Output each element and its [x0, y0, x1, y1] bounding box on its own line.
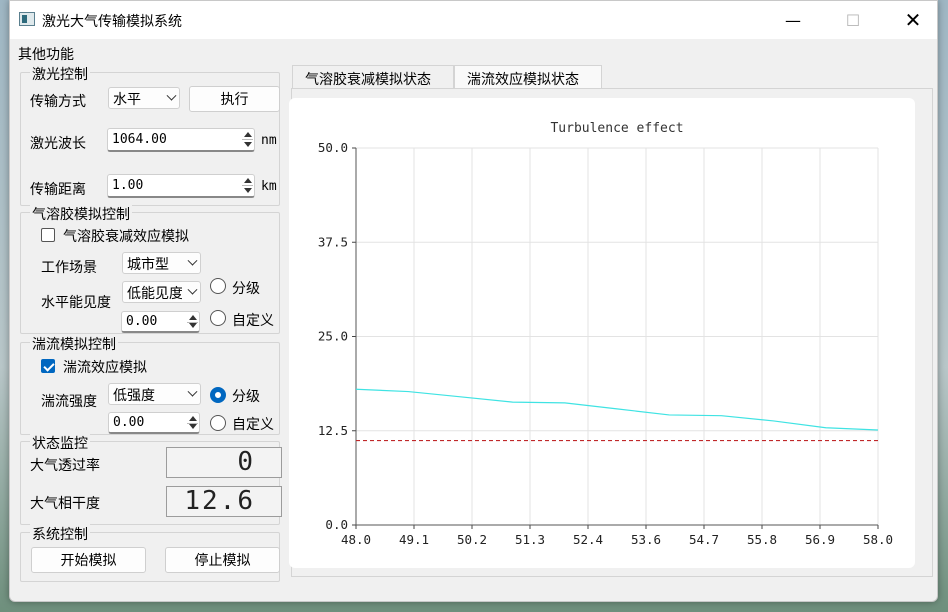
- turbulence-control-group: 湍流模拟控制 湍流效应模拟 湍流强度 低强度 0.00 分级 自定义: [20, 334, 280, 435]
- chart-title: Turbulence effect: [550, 121, 683, 136]
- tab-turbulence-status[interactable]: 湍流效应模拟状态: [454, 65, 602, 89]
- turbulence-radio-custom[interactable]: [210, 415, 226, 431]
- aerosol-radio-graded[interactable]: [210, 278, 226, 294]
- system-control-group: 系统控制 开始模拟 停止模拟: [20, 524, 280, 582]
- minimize-button[interactable]: —: [763, 1, 823, 39]
- chevron-down-icon: [166, 90, 177, 101]
- spin-up-icon[interactable]: [189, 315, 197, 320]
- spin-down-icon[interactable]: [189, 424, 197, 429]
- scene-label: 工作场景: [41, 260, 97, 276]
- visibility-label: 水平能见度: [41, 295, 111, 311]
- spin-down-icon[interactable]: [244, 188, 252, 193]
- strength-label: 湍流强度: [41, 394, 97, 410]
- y-tick-label: 50.0: [318, 140, 348, 155]
- maximize-button[interactable]: ☐: [823, 1, 883, 39]
- turbulence-radio-custom-label[interactable]: 自定义: [232, 414, 274, 434]
- transmittance-display: 0: [166, 447, 282, 478]
- group-title: 系统控制: [30, 524, 90, 544]
- group-title: 气溶胶模拟控制: [30, 204, 132, 224]
- coherence-display: 12.6: [166, 486, 282, 517]
- stop-simulation-button[interactable]: 停止模拟: [165, 547, 280, 573]
- spin-up-icon[interactable]: [244, 178, 252, 183]
- laser-control-group: 激光控制 传输方式 水平 执行 激光波长 1064.00 nm 传输距离 1.0…: [20, 64, 280, 206]
- turbulence-checkbox[interactable]: [41, 359, 55, 373]
- y-tick-label: 0.0: [325, 517, 348, 532]
- aerosol-radio-custom-label[interactable]: 自定义: [232, 310, 274, 330]
- group-title: 状态监控: [30, 433, 90, 453]
- strength-spinbox[interactable]: 0.00: [108, 412, 200, 434]
- y-tick-label: 37.5: [318, 234, 348, 249]
- x-tick-label: 53.6: [631, 532, 661, 547]
- transmittance-label: 大气透过率: [30, 458, 100, 474]
- start-simulation-button[interactable]: 开始模拟: [31, 547, 146, 573]
- x-tick-label: 56.9: [805, 532, 835, 547]
- status-monitor-group: 状态监控 大气透过率 0 大气相干度 12.6: [20, 433, 282, 525]
- x-tick-label: 48.0: [341, 532, 371, 547]
- app-icon: [19, 12, 35, 26]
- spin-down-icon[interactable]: [244, 142, 252, 147]
- y-tick-label: 25.0: [318, 329, 348, 344]
- wavelength-label: 激光波长: [30, 136, 86, 152]
- series-line-0: [355, 388, 879, 431]
- x-tick-label: 54.7: [689, 532, 719, 547]
- transmission-combo[interactable]: 水平: [108, 87, 180, 109]
- aerosol-checkbox[interactable]: [41, 228, 55, 242]
- wavelength-spinbox[interactable]: 1064.00: [107, 128, 255, 152]
- turbulence-radio-graded-label[interactable]: 分级: [232, 386, 260, 406]
- x-tick-label: 55.8: [747, 532, 777, 547]
- spin-down-icon[interactable]: [189, 323, 197, 328]
- visibility-spinbox[interactable]: 0.00: [121, 311, 200, 333]
- x-tick-label: 49.1: [399, 532, 429, 547]
- execute-button[interactable]: 执行: [189, 86, 280, 112]
- wavelength-unit: nm: [261, 133, 277, 148]
- spin-up-icon[interactable]: [189, 416, 197, 421]
- close-button[interactable]: ✕: [883, 1, 943, 39]
- group-title: 激光控制: [30, 64, 90, 84]
- aerosol-radio-graded-label[interactable]: 分级: [232, 278, 260, 298]
- distance-spinbox[interactable]: 1.00: [107, 174, 255, 198]
- chevron-down-icon: [187, 386, 198, 397]
- x-tick-label: 51.3: [515, 532, 545, 547]
- visibility-combo[interactable]: 低能见度: [122, 281, 201, 303]
- strength-combo[interactable]: 低强度: [108, 383, 201, 405]
- y-tick-label: 12.5: [318, 423, 348, 438]
- menu-bar: 其他功能: [10, 39, 937, 65]
- coherence-label: 大气相干度: [30, 496, 100, 512]
- x-tick-label: 50.2: [457, 532, 487, 547]
- group-title: 湍流模拟控制: [30, 334, 118, 354]
- x-tick-label: 58.0: [863, 532, 893, 547]
- turbulence-chart: Turbulence effect 48.0 49.1 50.2 51.3 52.4 53.…: [318, 121, 893, 547]
- aerosol-control-group: 气溶胶模拟控制 气溶胶衰减效应模拟 工作场景 城市型 水平能见度 低能见度 0.…: [20, 204, 280, 334]
- chevron-down-icon: [187, 255, 198, 266]
- turbulence-checkbox-label[interactable]: 湍流效应模拟: [63, 357, 147, 377]
- aerosol-checkbox-label[interactable]: 气溶胶衰减效应模拟: [63, 226, 189, 246]
- distance-label: 传输距离: [30, 182, 86, 198]
- aerosol-radio-custom[interactable]: [210, 310, 226, 326]
- spin-up-icon[interactable]: [244, 132, 252, 137]
- transmission-label: 传输方式: [30, 94, 86, 110]
- title-bar[interactable]: 激光大气传输模拟系统 — ☐ ✕: [10, 1, 937, 39]
- tab-aerosol-status[interactable]: 气溶胶衰减模拟状态: [292, 65, 454, 89]
- turbulence-radio-graded[interactable]: [210, 387, 226, 403]
- menu-item-other-functions[interactable]: 其他功能: [18, 44, 74, 64]
- scene-combo[interactable]: 城市型: [122, 252, 201, 274]
- chart-panel: Turbulence effect 48.0 49.1 50.2 51.3 52.4 53.…: [289, 98, 915, 568]
- x-tick-label: 52.4: [573, 532, 603, 547]
- window-title: 激光大气传输模拟系统: [42, 14, 182, 30]
- chevron-down-icon: [187, 284, 198, 295]
- distance-unit: km: [261, 179, 277, 194]
